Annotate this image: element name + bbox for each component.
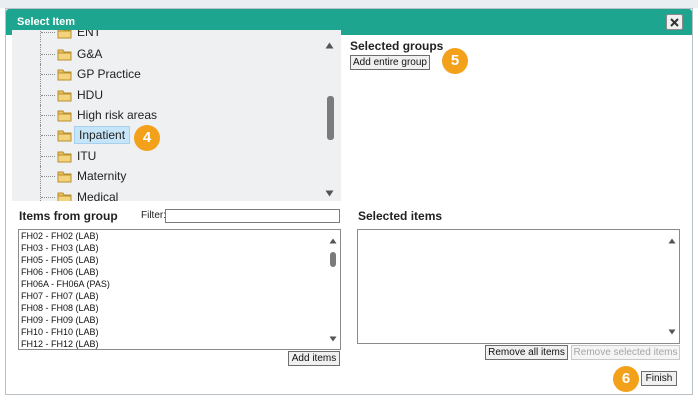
folder-icon xyxy=(57,90,72,102)
filter-input[interactable] xyxy=(165,209,340,223)
tree-connector xyxy=(41,115,55,116)
tree-scrollbar-thumb[interactable] xyxy=(327,96,334,140)
folder-icon xyxy=(57,151,72,163)
list-item[interactable]: FH05 - FH05 (LAB) xyxy=(21,255,99,265)
filter-label: Filter: xyxy=(141,210,166,221)
tree-item-label: Maternity xyxy=(77,169,127,183)
background-strip xyxy=(0,0,698,8)
folder-icon xyxy=(57,130,72,142)
remove-selected-items-button[interactable]: Remove selected items xyxy=(571,345,680,360)
scroll-down-arrow-icon[interactable] xyxy=(329,336,337,342)
tree-item[interactable]: HDU xyxy=(12,85,322,105)
tree-connector xyxy=(41,95,55,96)
close-x-icon xyxy=(670,18,679,27)
tree-connector xyxy=(41,197,55,198)
list-item[interactable]: FH02 - FH02 (LAB) xyxy=(21,231,99,241)
tree-item-label: Medical xyxy=(77,190,119,201)
items-scrollbar-thumb[interactable] xyxy=(330,252,336,267)
tree-item[interactable]: G&A xyxy=(12,44,322,64)
folder-icon xyxy=(57,69,72,81)
scroll-down-arrow-icon[interactable] xyxy=(325,190,334,197)
tree-connector xyxy=(41,176,55,177)
tree-item-label: GP Practice xyxy=(77,67,141,81)
folder-icon xyxy=(57,30,72,39)
step-4-callout: 4 xyxy=(134,125,160,151)
add-items-button[interactable]: Add items xyxy=(288,351,340,366)
tree-item-label: Inpatient xyxy=(74,126,131,144)
remove-all-items-button[interactable]: Remove all items xyxy=(485,345,568,360)
tree-item[interactable]: Medical xyxy=(12,187,322,201)
tree-connector xyxy=(41,156,55,157)
selected-items-listbox[interactable] xyxy=(357,229,680,344)
selected-items-heading: Selected items xyxy=(358,209,443,223)
tree-item-label: High risk areas xyxy=(77,108,158,122)
folder-icon xyxy=(57,192,72,201)
list-item[interactable]: FH09 - FH09 (LAB) xyxy=(21,315,99,325)
tree-item[interactable]: Maternity xyxy=(12,166,322,186)
tree-item-label: HDU xyxy=(77,88,103,102)
selected-groups-heading: Selected groups xyxy=(350,39,444,53)
dialog-title: Select Item xyxy=(17,16,76,28)
close-button[interactable] xyxy=(666,14,683,30)
list-item[interactable]: FH06A - FH06A (PAS) xyxy=(21,279,110,289)
group-tree[interactable]: ENT G&A GP Practice HDU High risk areas … xyxy=(12,30,341,201)
tree-item-label: ENT xyxy=(77,30,101,39)
tree-item[interactable]: High risk areas xyxy=(12,105,322,125)
folder-icon xyxy=(57,171,72,183)
tree-item[interactable]: ENT xyxy=(12,30,322,42)
tree-connector xyxy=(41,74,55,75)
tree-connector xyxy=(41,135,55,136)
tree-item-label: ITU xyxy=(77,149,97,163)
tree-connector xyxy=(41,32,55,33)
list-item[interactable]: FH07 - FH07 (LAB) xyxy=(21,291,99,301)
items-listbox[interactable]: FH02 - FH02 (LAB) FH03 - FH03 (LAB) FH05… xyxy=(18,229,341,350)
list-item[interactable]: FH08 - FH08 (LAB) xyxy=(21,303,99,313)
scroll-up-arrow-icon[interactable] xyxy=(329,238,337,244)
step-6-callout: 6 xyxy=(613,366,639,392)
step-5-callout: 5 xyxy=(442,48,468,74)
items-from-group-heading: Items from group xyxy=(19,209,118,223)
scroll-up-arrow-icon[interactable] xyxy=(325,42,334,49)
list-item[interactable]: FH03 - FH03 (LAB) xyxy=(21,243,99,253)
tree-connector xyxy=(40,187,41,201)
scroll-up-arrow-icon[interactable] xyxy=(668,238,676,244)
tree-item[interactable]: GP Practice xyxy=(12,64,322,84)
finish-button[interactable]: Finish xyxy=(641,371,677,386)
folder-icon xyxy=(57,110,72,122)
tree-item[interactable]: ITU xyxy=(12,146,322,166)
list-item[interactable]: FH10 - FH10 (LAB) xyxy=(21,327,99,337)
list-item[interactable]: FH06 - FH06 (LAB) xyxy=(21,267,99,277)
add-entire-group-button[interactable]: Add entire group xyxy=(350,55,430,70)
scroll-down-arrow-icon[interactable] xyxy=(668,329,676,335)
list-item[interactable]: FH12 - FH12 (LAB) xyxy=(21,339,99,349)
tree-connector xyxy=(41,54,55,55)
tree-item-label: G&A xyxy=(77,47,103,61)
tree-item-selected[interactable]: Inpatient xyxy=(12,125,322,145)
folder-icon xyxy=(57,49,72,61)
